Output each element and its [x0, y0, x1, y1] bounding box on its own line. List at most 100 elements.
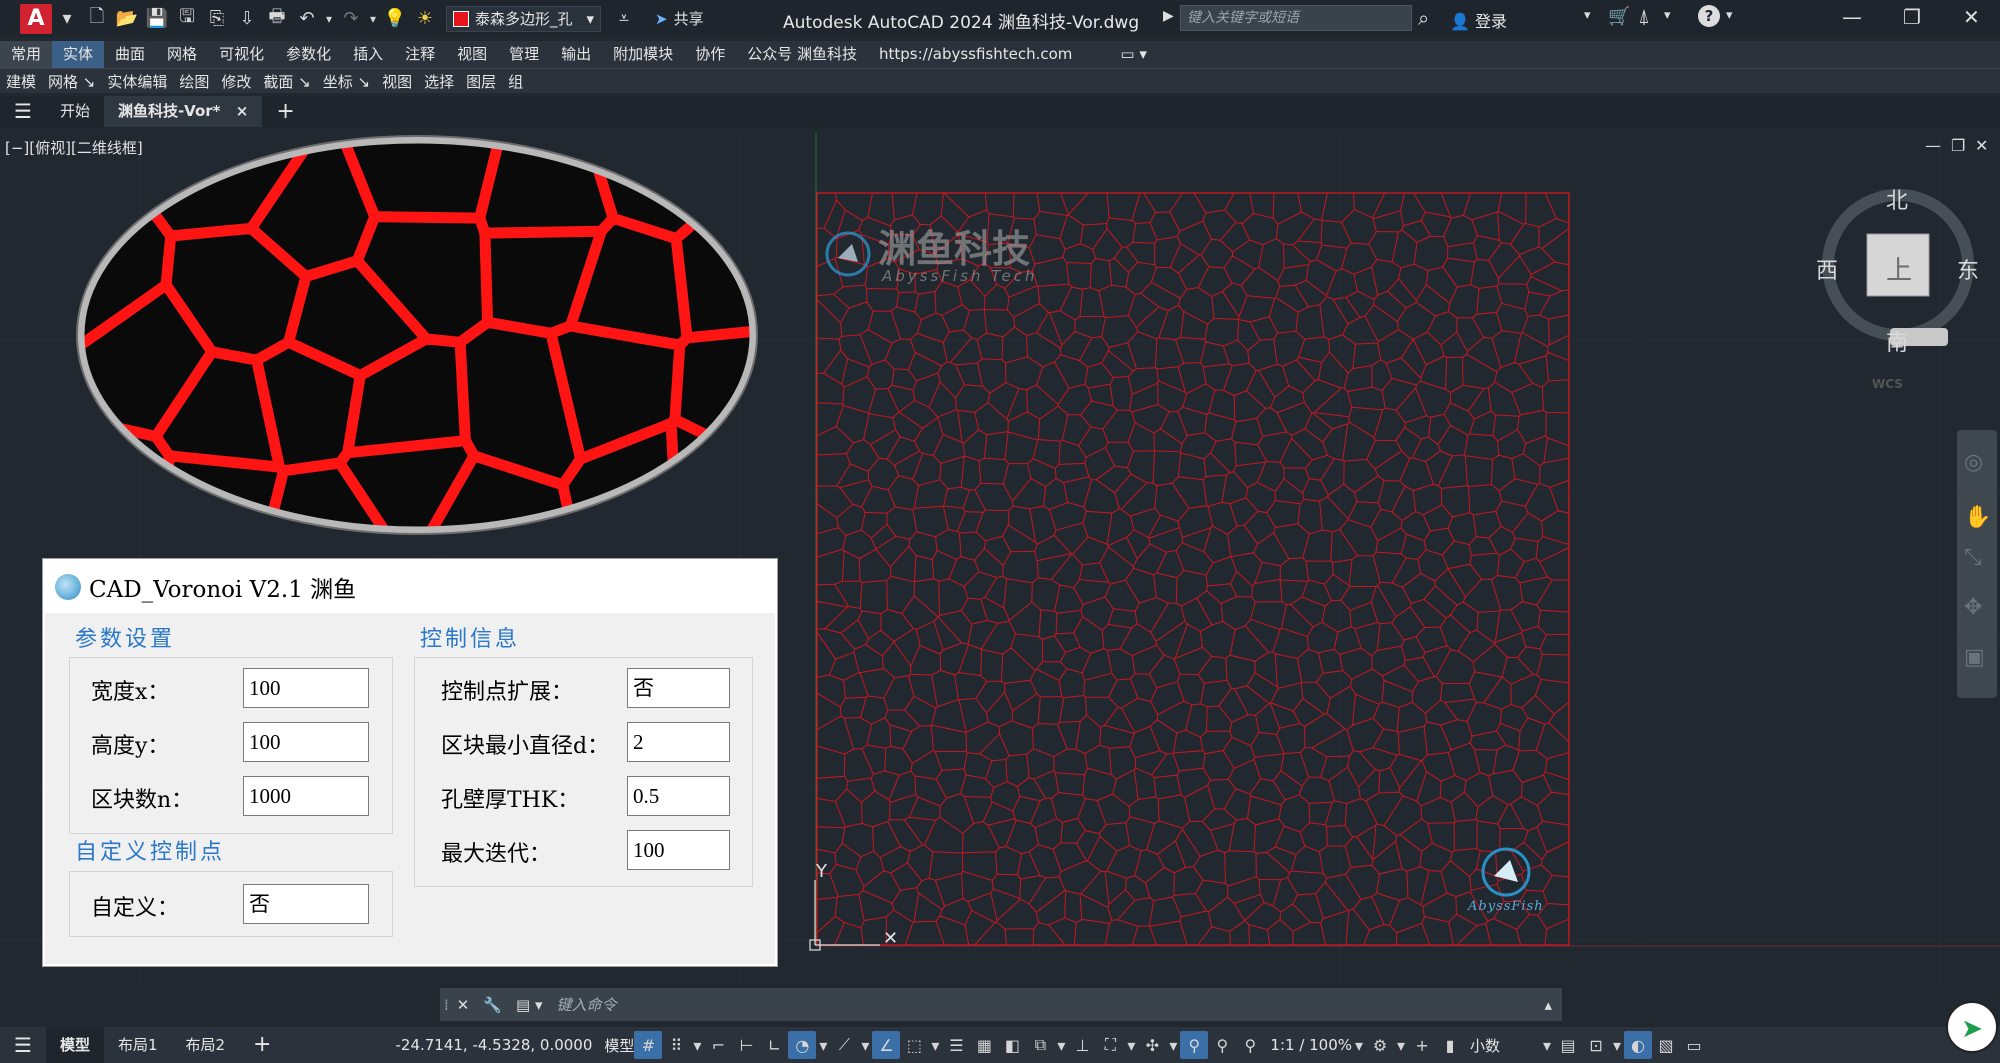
annotation-scale-value[interactable]: 1:1 / 100% [1270, 1036, 1352, 1054]
tab-visualize[interactable]: 可视化 [208, 41, 275, 68]
mindia-input[interactable]: 2 [627, 722, 730, 762]
custom-input[interactable]: 否 [243, 884, 369, 924]
annotation-visibility-icon[interactable]: ⚲ [1180, 1031, 1209, 1059]
cmd-close-icon[interactable]: ✕ [457, 996, 470, 1014]
redo-dropdown-icon[interactable]: ▾ [366, 4, 380, 34]
panel-selection[interactable]: 选择 [418, 71, 460, 92]
tab-output[interactable]: 输出 [550, 41, 602, 68]
hamburger-menu-icon[interactable]: ☰ [0, 96, 46, 127]
tab-start[interactable]: 开始 [46, 96, 104, 127]
quick-properties-icon[interactable]: ▤ [1554, 1031, 1582, 1059]
isodraft-icon[interactable]: ⟋ [830, 1031, 858, 1059]
save-as-icon[interactable]: 🖫 [172, 4, 202, 34]
viewport-minimize-icon[interactable]: — [1925, 136, 1941, 155]
layer-combo[interactable]: 泰森多边形_孔 ▾ [446, 5, 601, 32]
units-value[interactable]: 小数 [1470, 1035, 1540, 1056]
tab-addins[interactable]: 附加模块 [602, 41, 684, 68]
annotation-scale-dropdown-icon[interactable]: ▾ [1352, 1031, 1366, 1059]
ortho-icon[interactable]: ∟ [760, 1031, 788, 1059]
panel-modify[interactable]: 修改 [215, 71, 257, 92]
save-icon[interactable]: 💾 [142, 4, 172, 34]
command-input[interactable]: 键入命令 [557, 994, 617, 1015]
gizmo-dropdown-icon[interactable]: ▾ [1166, 1031, 1180, 1059]
help-icon[interactable]: ? [1698, 5, 1720, 27]
workspace-gear-icon[interactable]: ⚙ [1366, 1031, 1394, 1059]
zoom-extents-icon[interactable]: ⤡ [1964, 545, 1982, 570]
tab-wechat[interactable]: 公众号 渊鱼科技 [736, 41, 868, 68]
undo-dropdown-icon[interactable]: ▾ [322, 4, 336, 34]
plot-icon[interactable]: 🖶 [262, 4, 292, 34]
polar-dropdown-icon[interactable]: ▾ [816, 1031, 830, 1059]
workspace-dropdown-icon[interactable]: ▾ [1394, 1031, 1408, 1059]
expand-arrow-icon[interactable]: ▶ [1163, 8, 1174, 24]
viewcube-wcs[interactable]: WCS [1872, 377, 1903, 391]
tab-close-icon[interactable]: × [236, 102, 249, 120]
panel-section[interactable]: 截面 ↘ [257, 71, 316, 92]
tab-insert[interactable]: 插入 [342, 41, 394, 68]
panel-groups[interactable]: 组 [502, 71, 529, 92]
app-menu-chevron-icon[interactable]: ▾ [52, 4, 82, 34]
tab-home[interactable]: 常用 [0, 41, 53, 68]
expand-input[interactable]: 否 [627, 668, 730, 708]
auto-scale-icon[interactable]: ⚲ [1208, 1031, 1236, 1059]
save-web-icon[interactable]: ⇩ [232, 4, 262, 34]
pan-hand-icon[interactable]: ✋ [1964, 505, 1991, 530]
panel-mesh[interactable]: 网格 ↘ [42, 71, 101, 92]
maximize-icon[interactable]: ❐ [1903, 5, 1921, 29]
grid-icon[interactable]: # [634, 1031, 663, 1059]
tab-parametric[interactable]: 参数化 [275, 41, 342, 68]
lightbulb-icon[interactable]: 💡 [380, 4, 410, 34]
iter-input[interactable]: 100 [627, 830, 730, 870]
polar-icon[interactable]: ◔ [788, 1031, 817, 1059]
panel-view[interactable]: 视图 [376, 71, 418, 92]
gizmo-icon[interactable]: ✣ [1138, 1031, 1166, 1059]
autodesk-a-icon[interactable]: ⍋ [1638, 4, 1650, 28]
customize-qat-icon[interactable]: ⩡ [609, 4, 639, 34]
viewport-close-icon[interactable]: ✕ [1975, 136, 1988, 155]
new-tab-icon[interactable]: + [262, 96, 308, 127]
viewport-controls-label[interactable]: [−][俯视][二维线框] [5, 137, 143, 158]
showmotion-icon[interactable]: ▣ [1964, 645, 1985, 670]
tab-website[interactable]: https://abyssfishtech.com [868, 41, 1083, 68]
undo-icon[interactable]: ↶ [292, 4, 322, 34]
cart-icon[interactable]: 🛒 [1608, 6, 1630, 27]
coordinates-readout[interactable]: -24.7141, -4.5328, 0.0000 [395, 1036, 592, 1054]
snap-icon[interactable]: ⠿ [662, 1031, 690, 1059]
object-snap-tracking-icon[interactable]: ∠ [872, 1031, 901, 1059]
viewcube-north[interactable]: 北 [1886, 183, 1908, 215]
open-file-icon[interactable]: 📂 [112, 4, 142, 34]
thk-input[interactable]: 0.5 [627, 776, 730, 816]
autocad-logo-icon[interactable]: A [20, 3, 52, 34]
viewport-restore-icon[interactable]: ❐ [1951, 136, 1965, 155]
login-button[interactable]: 👤 登录 [1450, 8, 1507, 32]
infer-constraints-icon[interactable]: ⌐ [704, 1031, 732, 1059]
osnap-dropdown-icon[interactable]: ▾ [928, 1031, 942, 1059]
minimize-icon[interactable]: — [1842, 5, 1862, 29]
redo-icon[interactable]: ↷ [336, 4, 366, 34]
open-web-icon[interactable]: ⎘ [202, 4, 232, 34]
tab-annotate[interactable]: 注释 [394, 41, 446, 68]
selection-filter-icon[interactable]: ⛶ [1096, 1031, 1124, 1059]
tab-layout1[interactable]: 布局1 [104, 1027, 172, 1063]
lock-ui-icon[interactable]: ⊡ [1582, 1031, 1610, 1059]
annotation-monitor-icon[interactable]: + [1408, 1031, 1436, 1059]
3d-osnap-icon[interactable]: ⧉ [1026, 1031, 1054, 1059]
command-line[interactable]: ⁞ ✕ 🔧 ▤ ▾ 键入命令 ▴ [440, 988, 1562, 1021]
tab-drawing[interactable]: 渊鱼科技-Vor* × [103, 96, 263, 127]
units-icon[interactable]: ▮ [1436, 1031, 1464, 1059]
3d-osnap-dropdown-icon[interactable]: ▾ [1054, 1031, 1068, 1059]
viewcube-south[interactable]: 南 [1886, 325, 1908, 357]
snap-dropdown-icon[interactable]: ▾ [690, 1031, 704, 1059]
tab-model[interactable]: 模型 [45, 1027, 104, 1063]
blocks-input[interactable]: 1000 [243, 776, 369, 816]
share-button[interactable]: ➤ 共享 [655, 8, 704, 29]
a360-dropdown-icon[interactable]: ▾ [1664, 8, 1671, 23]
viewcube-east[interactable]: 东 [1957, 253, 1979, 285]
orbit-icon[interactable]: ✥ [1964, 595, 1982, 620]
selection-cycling-icon[interactable]: ◧ [998, 1031, 1026, 1059]
clean-screen-icon[interactable]: ▭ [1680, 1031, 1708, 1059]
panel-draw[interactable]: 绘图 [173, 71, 215, 92]
status-menu-icon[interactable]: ☰ [0, 1027, 46, 1063]
tab-mesh[interactable]: 网格 [156, 41, 208, 68]
tab-manage[interactable]: 管理 [498, 41, 550, 68]
